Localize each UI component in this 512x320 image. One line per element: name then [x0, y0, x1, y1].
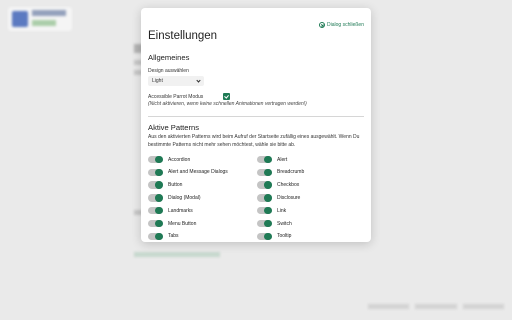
- toggle-knob: [155, 168, 163, 177]
- close-dialog-label: Dialog schließen: [327, 22, 364, 28]
- pattern-row: Accordion: [148, 155, 190, 164]
- pattern-label: Disclosure: [277, 194, 301, 201]
- toggle-knob: [264, 168, 272, 177]
- settings-dialog: Dialog schließen Einstellungen Allgemein…: [141, 8, 371, 242]
- pattern-toggle[interactable]: [148, 155, 163, 164]
- pattern-label: Dialog (Modal): [168, 194, 201, 201]
- chevron-down-icon: [196, 78, 201, 83]
- pattern-label: Landmarks: [168, 207, 193, 214]
- pattern-label: Switch: [277, 220, 292, 227]
- toggle-knob: [264, 206, 272, 215]
- toggle-knob: [264, 219, 272, 228]
- close-icon: [319, 22, 326, 28]
- pattern-row: Landmarks: [148, 206, 193, 215]
- design-select[interactable]: Light: [148, 76, 204, 86]
- pattern-label: Accordion: [168, 156, 191, 163]
- pattern-row: Tooltip: [257, 232, 291, 241]
- pattern-toggle[interactable]: [257, 168, 272, 177]
- pattern-label: Alert and Message Dialogs: [168, 169, 228, 176]
- pattern-toggle[interactable]: [257, 232, 272, 241]
- pattern-label: Link: [277, 207, 287, 214]
- pattern-row: Link: [257, 206, 286, 215]
- pattern-toggle[interactable]: [148, 232, 163, 241]
- close-dialog-button[interactable]: Dialog schließen: [319, 22, 364, 28]
- pattern-row: Breadcrumb: [257, 168, 304, 177]
- pattern-toggle[interactable]: [257, 194, 272, 202]
- pattern-row: Dialog (Modal): [148, 193, 201, 202]
- dialog-title: Einstellungen: [148, 30, 218, 42]
- pattern-toggle[interactable]: [148, 194, 163, 202]
- pattern-toggle[interactable]: [148, 206, 163, 215]
- toggle-knob: [155, 181, 163, 189]
- parrot-mode-hint: (Nicht aktivieren, wenn keine schnellen …: [148, 101, 307, 107]
- design-label: Design auswählen: [148, 68, 189, 74]
- toggle-knob: [155, 232, 163, 241]
- pattern-toggle[interactable]: [257, 206, 272, 215]
- parrot-mode-checkbox[interactable]: [223, 93, 230, 100]
- pattern-label: Tooltip: [277, 233, 292, 240]
- pattern-toggle[interactable]: [148, 219, 163, 228]
- pattern-toggle[interactable]: [148, 168, 163, 177]
- active-patterns-description: Aus den aktivierten Patterns wird beim A…: [148, 134, 360, 148]
- pattern-toggle[interactable]: [257, 155, 272, 164]
- pattern-label: Tabs: [168, 233, 179, 240]
- pattern-toggle[interactable]: [257, 219, 272, 228]
- toggle-knob: [155, 194, 163, 202]
- pattern-toggle[interactable]: [257, 181, 272, 189]
- toggle-knob: [155, 155, 163, 164]
- toggle-knob: [264, 232, 272, 241]
- pattern-label: Breadcrumb: [277, 169, 305, 176]
- pattern-toggle[interactable]: [148, 181, 163, 189]
- design-select-value: Light: [152, 78, 163, 84]
- pattern-label: Checkbox: [277, 182, 300, 189]
- section-divider: [148, 116, 364, 117]
- toggle-knob: [155, 219, 163, 228]
- pattern-row: Alert and Message Dialogs: [148, 168, 228, 177]
- pattern-row: Tabs: [148, 232, 179, 241]
- pattern-row: Checkbox: [257, 181, 299, 190]
- pattern-row: Menu Button: [148, 219, 196, 228]
- pattern-label: Alert: [277, 156, 288, 163]
- general-heading: Allgemeines: [148, 53, 190, 62]
- toggle-knob: [155, 206, 163, 215]
- pattern-label: Menu Button: [168, 220, 197, 227]
- toggle-knob: [264, 155, 272, 164]
- parrot-mode-label: Accessible Parrot Modus: [148, 94, 204, 100]
- pattern-label: Button: [168, 182, 183, 189]
- pattern-row: Button: [148, 181, 182, 190]
- toggle-knob: [264, 194, 272, 202]
- pattern-row: Disclosure: [257, 193, 300, 202]
- active-patterns-heading: Aktive Patterns: [148, 123, 200, 132]
- pattern-row: Switch: [257, 219, 292, 228]
- pattern-row: Alert: [257, 155, 287, 164]
- toggle-knob: [264, 181, 272, 189]
